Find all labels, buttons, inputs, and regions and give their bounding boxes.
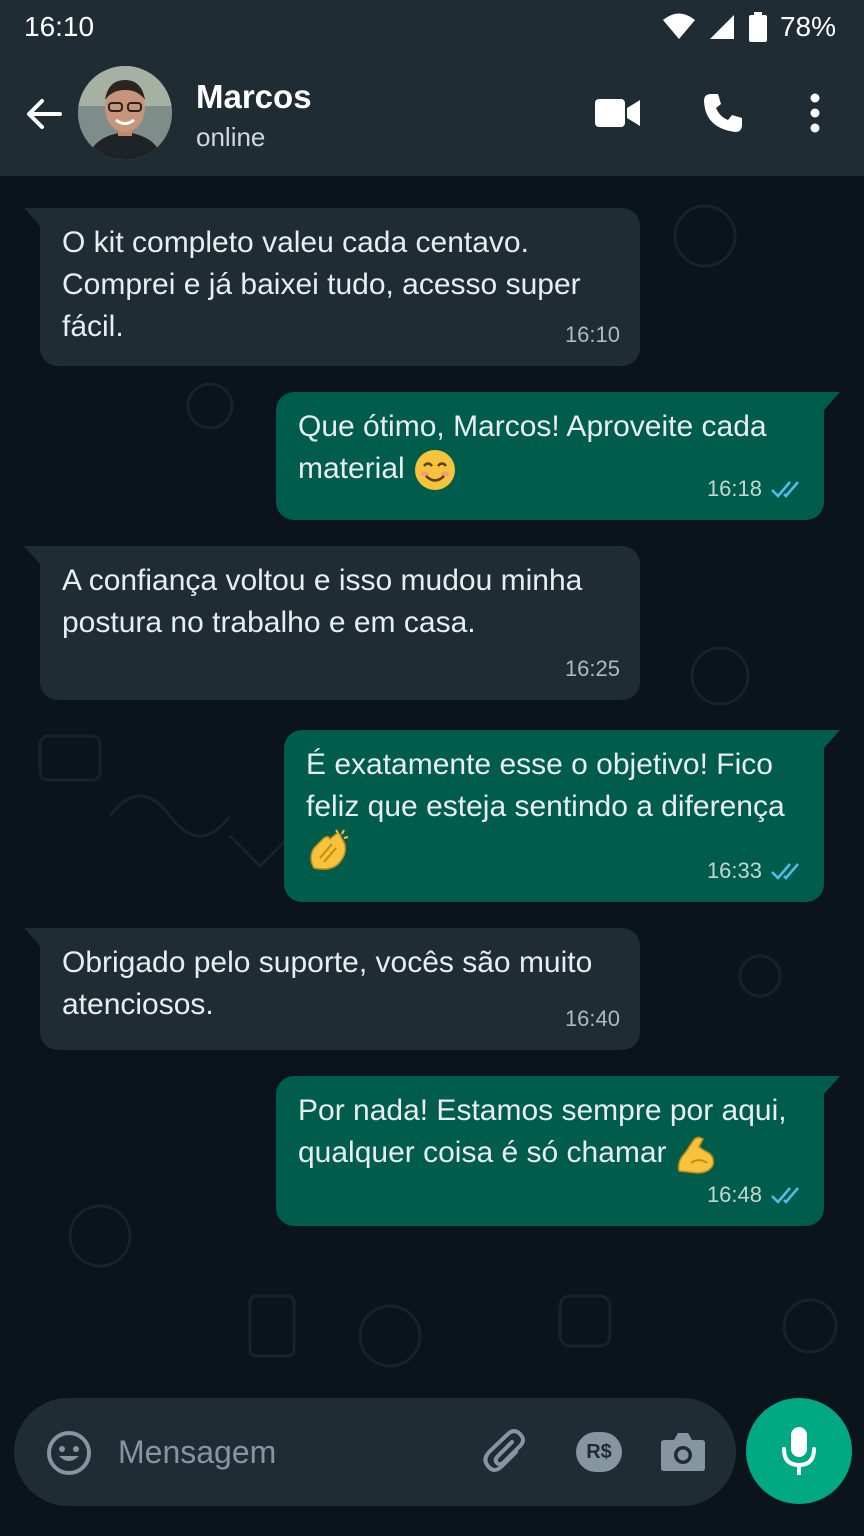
status-icons: 78%	[662, 11, 836, 43]
message-time: 16:18	[706, 476, 762, 501]
flexed-biceps-emoji	[677, 1136, 714, 1174]
message-outgoing[interactable]: É exatamente esse o objetivo! Fico feliz…	[284, 730, 840, 902]
signal-icon	[709, 15, 734, 39]
message-incoming[interactable]: A confiança voltou e isso mudou minha po…	[24, 546, 640, 700]
message-meta: 16:25	[565, 648, 620, 690]
double-check-read-icon	[771, 481, 799, 498]
message-time: 16:40	[564, 1006, 620, 1031]
chat-header: Marcos online	[0, 54, 864, 176]
phone-icon[interactable]	[702, 92, 744, 134]
message-outgoing[interactable]: Por nada! Estamos sempre por aqui, qualq…	[276, 1076, 840, 1226]
battery-icon	[748, 12, 767, 42]
message-meta: 16:48	[707, 1174, 804, 1216]
contact-status: online	[196, 122, 266, 152]
message-incoming[interactable]: O kit completo valeu cada centavo. Compr…	[24, 208, 640, 366]
smiling-face-emoji	[415, 450, 456, 491]
message-text: Obrigado pelo suporte, vocês são muito a…	[62, 946, 593, 1021]
message-time: 16:48	[706, 1182, 762, 1207]
contact-name[interactable]: Marcos	[196, 78, 312, 116]
battery-percent: 78%	[779, 11, 836, 42]
voice-message-button[interactable]	[746, 1398, 852, 1504]
message-meta: 16:10	[565, 314, 620, 356]
microphone-icon	[782, 1427, 816, 1475]
more-options-icon[interactable]	[806, 92, 824, 134]
emoji-smiley-icon[interactable]	[46, 1430, 92, 1476]
message-composer: R$	[14, 1398, 736, 1506]
message-text: A confiança voltou e isso mudou minha po…	[62, 564, 583, 639]
wifi-icon	[662, 13, 695, 39]
double-check-read-icon	[771, 863, 799, 880]
avatar-photo	[78, 66, 172, 160]
video-call-icon[interactable]	[594, 96, 642, 130]
camera-icon[interactable]	[660, 1430, 706, 1472]
status-time: 16:10	[24, 11, 95, 42]
back-arrow-icon[interactable]	[22, 92, 66, 136]
message-text: O kit completo valeu cada centavo. Compr…	[62, 226, 581, 343]
message-time: 16:25	[564, 656, 620, 681]
status-bar: 16:10 78%	[0, 0, 864, 54]
message-meta: 16:40	[565, 998, 620, 1040]
double-check-read-icon	[771, 1187, 799, 1204]
payment-icon[interactable]: R$	[576, 1432, 622, 1472]
message-outgoing[interactable]: Que ótimo, Marcos! Aproveite cada materi…	[276, 392, 840, 520]
message-input[interactable]	[118, 1426, 448, 1478]
message-meta: 16:18	[707, 468, 804, 510]
message-meta: 16:33	[707, 850, 804, 892]
attach-paperclip-icon[interactable]	[482, 1428, 528, 1476]
message-time: 16:10	[564, 322, 620, 347]
message-incoming[interactable]: Obrigado pelo suporte, vocês são muito a…	[24, 928, 640, 1050]
message-text: É exatamente esse o objetivo! Fico feliz…	[306, 748, 785, 823]
clapping-hands-emoji	[310, 829, 349, 870]
chat-area[interactable]: O kit completo valeu cada centavo. Compr…	[0, 176, 864, 1390]
message-text: Que ótimo, Marcos! Aproveite cada materi…	[298, 410, 767, 485]
avatar[interactable]	[78, 66, 172, 160]
message-time: 16:33	[706, 858, 762, 883]
